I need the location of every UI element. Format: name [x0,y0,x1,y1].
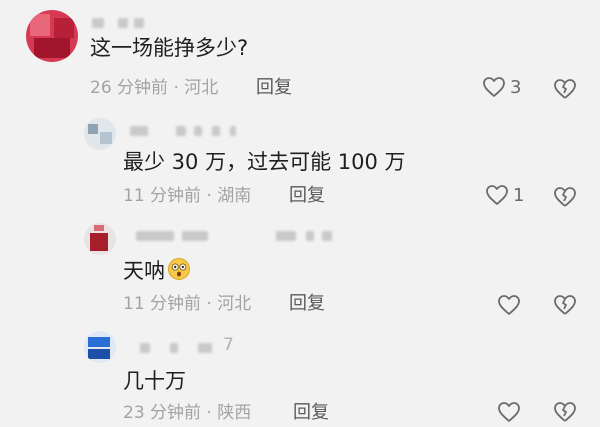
dislike-button[interactable] [553,294,577,320]
comment-meta: 11 分钟前 · 河北 [123,292,251,316]
username-suffix: 7 [223,335,234,355]
meta-separator: · [206,186,212,206]
meta-separator: · [206,294,212,314]
comment-text-body: 天呐 [123,259,165,283]
comment-location: 湖南 [217,186,252,206]
like-button[interactable] [497,294,521,316]
comment-3: 天呐 11 分钟前 · 河北 回复 [0,215,600,323]
avatar[interactable] [84,331,116,363]
comment-2: 最少 30 万，过去可能 100 万 11 分钟前 · 湖南 回复 1 [0,110,600,215]
like-button[interactable]: 3 [482,76,521,98]
comment-text: 这一场能挣多少? [90,36,249,60]
comment-1: 这一场能挣多少? 26 分钟前 · 河北 回复 3 [0,0,600,110]
reply-button[interactable]: 回复 [289,184,325,208]
comment-meta: 23 分钟前 · 陕西 [123,401,251,425]
broken-heart-outline-icon [554,79,576,99]
comment-text: 最少 30 万，过去可能 100 万 [123,150,406,174]
comment-time: 11 分钟前 [123,186,202,206]
username-blurred[interactable] [140,343,220,357]
avatar[interactable] [26,10,78,62]
comment-time: 11 分钟前 [123,294,202,314]
reply-button[interactable]: 回复 [256,76,292,100]
comment-text: 几十万 [123,369,186,393]
like-count: 3 [510,76,522,98]
comment-location: 河北 [217,294,252,314]
broken-heart-outline-icon [554,402,576,422]
username-blurred[interactable] [92,18,172,32]
meta-separator: · [173,78,179,98]
comment-meta: 26 分钟前 · 河北 [90,76,218,100]
avatar[interactable] [84,223,116,255]
dislike-button[interactable] [553,78,577,104]
comment-location: 河北 [184,78,219,98]
like-count: 1 [513,184,525,206]
username-blurred[interactable] [130,126,240,140]
astonished-face-icon [168,258,190,280]
avatar[interactable] [84,118,116,150]
comment-text: 天呐 [123,257,191,285]
reply-button[interactable]: 回复 [293,401,329,425]
heart-outline-icon [498,295,520,315]
comment-location: 陕西 [217,403,252,423]
like-button[interactable]: 1 [485,184,524,206]
comment-meta: 11 分钟前 · 湖南 [123,184,251,208]
heart-outline-icon [486,185,508,205]
heart-outline-icon [498,402,520,422]
meta-separator: · [206,403,212,423]
dislike-button[interactable] [553,186,577,212]
comment-time: 26 分钟前 [90,78,169,98]
comment-4: 7 几十万 23 分钟前 · 陕西 回复 [0,323,600,426]
dislike-button[interactable] [553,401,577,427]
reply-button[interactable]: 回复 [289,292,325,316]
comment-time: 23 分钟前 [123,403,202,423]
broken-heart-outline-icon [554,295,576,315]
broken-heart-outline-icon [554,187,576,207]
like-button[interactable] [497,401,521,423]
heart-outline-icon [483,77,505,97]
username-blurred[interactable] [136,231,336,245]
